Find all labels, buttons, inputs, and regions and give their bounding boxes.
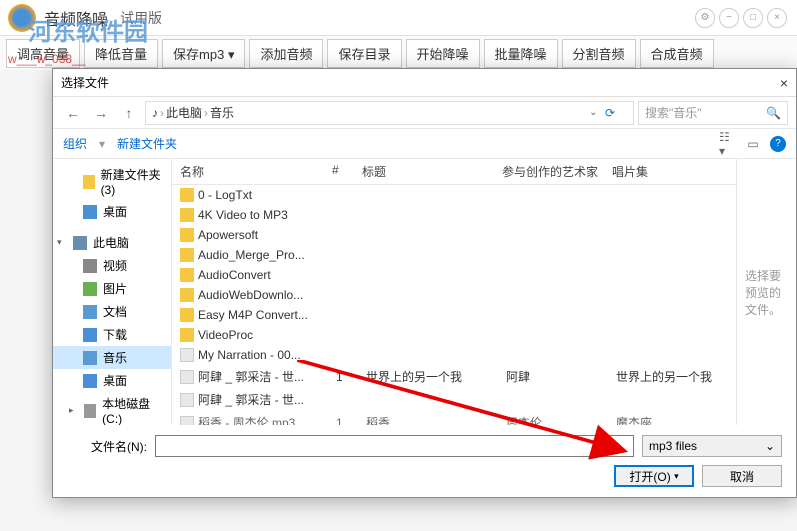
- mp3-icon: [180, 348, 194, 362]
- mp3-icon: [180, 393, 194, 407]
- column-headers[interactable]: 名称 # 标题 参与创作的艺术家 唱片集: [172, 159, 736, 185]
- sidebar-item[interactable]: 视频: [53, 254, 171, 277]
- mp3-icon: [180, 416, 194, 426]
- preview-pane-icon[interactable]: ▭: [744, 135, 762, 153]
- app-title: 音频降噪: [44, 6, 108, 30]
- disk-icon: [84, 404, 96, 418]
- nav-forward-icon[interactable]: →: [89, 101, 113, 125]
- start-denoise-button[interactable]: 开始降噪: [406, 39, 480, 68]
- sidebar-item[interactable]: 下载: [53, 323, 171, 346]
- file-type-filter[interactable]: mp3 files⌄: [642, 435, 782, 457]
- folder-row[interactable]: Easy M4P Convert...: [172, 305, 736, 325]
- file-row[interactable]: 阿肆 _ 郭采洁 - 世...1世界上的另一个我阿肆世界上的另一个我: [172, 365, 736, 388]
- filename-input[interactable]: [155, 435, 634, 457]
- sidebar-item[interactable]: ▾此电脑: [53, 231, 171, 254]
- folder-row[interactable]: AudioWebDownlo...: [172, 285, 736, 305]
- help-icon[interactable]: ?: [770, 136, 786, 152]
- doc-icon: [83, 305, 97, 319]
- folder-row[interactable]: VideoProc: [172, 325, 736, 345]
- video-icon: [83, 259, 97, 273]
- sidebar-item[interactable]: 音乐: [53, 346, 171, 369]
- sidebar-item[interactable]: 桌面: [53, 369, 171, 392]
- preview-pane: 选择要预览的文件。: [736, 159, 796, 425]
- folder-row[interactable]: Apowersoft: [172, 225, 736, 245]
- merge-audio-button[interactable]: 合成音频: [640, 39, 714, 68]
- nav-up-icon[interactable]: ↑: [117, 101, 141, 125]
- dialog-close-icon[interactable]: ×: [780, 75, 788, 91]
- split-audio-button[interactable]: 分割音频: [562, 39, 636, 68]
- add-audio-button[interactable]: 添加音频: [249, 39, 323, 68]
- file-row[interactable]: 稻香 - 周杰伦.mp31稻香周杰伦魔杰座: [172, 411, 736, 425]
- music-icon: [83, 351, 97, 365]
- batch-denoise-button[interactable]: 批量降噪: [484, 39, 558, 68]
- file-open-dialog: 选择文件 × ← → ↑ ♪ › 此电脑 › 音乐 ⌄ ⟳ 搜索"音乐" 🔍 组…: [52, 68, 797, 498]
- download-icon: [83, 328, 97, 342]
- app-logo: [8, 4, 36, 32]
- folder-row[interactable]: AudioConvert: [172, 265, 736, 285]
- search-icon: 🔍: [766, 106, 781, 120]
- organize-menu[interactable]: 组织: [63, 135, 87, 152]
- vol-down-button[interactable]: 降低音量: [84, 39, 158, 68]
- url-overlay: w___w_038__: [8, 52, 85, 66]
- refresh-icon[interactable]: ⟳: [605, 106, 627, 120]
- desktop-icon: [83, 374, 97, 388]
- view-mode-icon[interactable]: ☷ ▾: [718, 135, 736, 153]
- save-format-select[interactable]: 保存mp3 ▾: [162, 39, 245, 68]
- search-input[interactable]: 搜索"音乐" 🔍: [638, 101, 788, 125]
- folder-row[interactable]: 0 - LogTxt: [172, 185, 736, 205]
- folder-icon: [180, 288, 194, 302]
- sidebar-item[interactable]: 图片: [53, 277, 171, 300]
- filename-label: 文件名(N):: [67, 438, 147, 455]
- pc-icon: [73, 236, 87, 250]
- image-icon: [83, 282, 97, 296]
- music-breadcrumb-icon: ♪: [152, 106, 158, 120]
- open-button[interactable]: 打开(O) ▾: [614, 465, 694, 487]
- close-icon[interactable]: ×: [767, 8, 787, 28]
- minimize-icon[interactable]: −: [719, 8, 739, 28]
- folder-icon: [180, 208, 194, 222]
- folder-icon: [180, 308, 194, 322]
- folder-tree: 新建文件夹 (3)桌面▾此电脑视频图片文档下载音乐桌面▸本地磁盘 (C:)▸软件…: [53, 159, 172, 425]
- cancel-button[interactable]: 取消: [702, 465, 782, 487]
- sidebar-item[interactable]: 桌面: [53, 200, 171, 223]
- folder-row[interactable]: 4K Video to MP3: [172, 205, 736, 225]
- folder-icon: [180, 188, 194, 202]
- mp3-icon: [180, 370, 194, 384]
- folder-icon: [180, 328, 194, 342]
- settings-icon[interactable]: ⚙: [695, 8, 715, 28]
- folder-icon: [180, 268, 194, 282]
- desktop-icon: [83, 205, 97, 219]
- folder-row[interactable]: Audio_Merge_Pro...: [172, 245, 736, 265]
- file-row[interactable]: 阿肆 _ 郭采洁 - 世...: [172, 388, 736, 411]
- maximize-icon[interactable]: □: [743, 8, 763, 28]
- dialog-title: 选择文件: [61, 74, 109, 91]
- folder-icon: [180, 248, 194, 262]
- sidebar-item[interactable]: 文档: [53, 300, 171, 323]
- trial-label: 试用版: [120, 8, 162, 28]
- new-folder-button[interactable]: 新建文件夹: [117, 135, 177, 152]
- folder-icon: [180, 228, 194, 242]
- sidebar-item[interactable]: 新建文件夹 (3): [53, 163, 171, 200]
- file-row[interactable]: My Narration - 00...: [172, 345, 736, 365]
- nav-back-icon[interactable]: ←: [61, 101, 85, 125]
- folder-icon: [83, 175, 95, 189]
- breadcrumb[interactable]: ♪ › 此电脑 › 音乐 ⌄ ⟳: [145, 101, 634, 125]
- sidebar-item[interactable]: ▸本地磁盘 (C:): [53, 392, 171, 425]
- save-dir-button[interactable]: 保存目录: [327, 39, 401, 68]
